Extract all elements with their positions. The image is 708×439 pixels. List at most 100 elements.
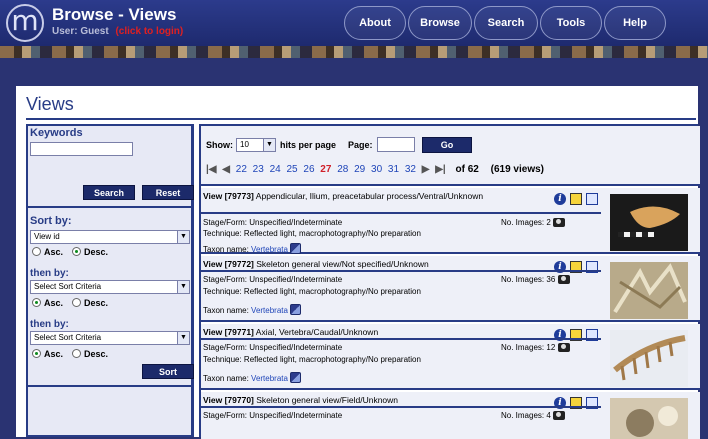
header: m Browse - Views User: Guest (click to l… [0, 0, 708, 46]
current-page: 27 [320, 164, 332, 175]
radio-button [72, 349, 81, 358]
page-link[interactable]: 24 [270, 164, 281, 175]
page-link[interactable]: 23 [253, 164, 264, 175]
logo[interactable]: m [6, 4, 44, 42]
radio-button [32, 247, 41, 256]
pagination: |◀ ◀ 22 23 24 25 26 27 28 29 30 31 32 ▶ … [206, 164, 547, 175]
page-link[interactable]: 25 [286, 164, 297, 175]
asc-label: Asc. [44, 349, 64, 359]
stage-form: Stage/Form: Unspecified/Indeterminate [203, 343, 343, 352]
view-record: View [79771] Axial, Vertebra/Caudal/Unkn… [201, 324, 700, 390]
taxon-link[interactable]: Vertebrata [251, 374, 288, 383]
technique: Technique: Reflected light, macrophotogr… [203, 287, 421, 296]
camera-icon [557, 343, 570, 352]
nav-about[interactable]: About [344, 6, 406, 40]
asc-label: Asc. [44, 247, 64, 257]
view-description: Skeleton general view/Field/Unknown [256, 395, 399, 405]
chevron-down-icon: ▼ [177, 332, 189, 344]
stage-form: Stage/Form: Unspecified/Indeterminate [203, 218, 343, 227]
last-page-icon[interactable]: ▶| [435, 164, 446, 175]
sort2-desc-radio[interactable]: Desc. [72, 298, 108, 308]
keywords-label: Keywords [30, 127, 83, 139]
image-count-label: No. Images: [501, 218, 545, 227]
record-header: View [79770] Skeleton general view/Field… [203, 395, 553, 405]
image-count-value: 12 [546, 343, 556, 352]
annotate-icon[interactable] [570, 193, 582, 205]
record-divider [201, 338, 601, 340]
page-link[interactable]: 32 [405, 164, 416, 175]
image-count-value: 2 [546, 218, 551, 227]
sort2-asc-radio[interactable]: Asc. [32, 298, 63, 308]
record-divider [201, 270, 601, 272]
show-label: Show: [206, 140, 233, 150]
user-text: User: Guest [52, 26, 109, 37]
sort3-desc-radio[interactable]: Desc. [72, 349, 108, 359]
next-page-icon[interactable]: ▶ [422, 164, 430, 175]
sort3-asc-radio[interactable]: Asc. [32, 349, 63, 359]
nav-browse[interactable]: Browse [408, 6, 472, 40]
view-thumbnail[interactable] [610, 262, 688, 319]
sort1-asc-radio[interactable]: Asc. [32, 247, 63, 257]
desc-label: Desc. [84, 298, 109, 308]
taxon-link[interactable]: Vertebrata [251, 306, 288, 315]
taxon-row: Taxon name: Vertebrata [203, 304, 302, 315]
view-id-link[interactable]: View [79770] [203, 395, 254, 405]
sort-criteria-select-2[interactable]: Select Sort Criteria ▼ [30, 280, 190, 294]
sort1-desc-radio[interactable]: Desc. [72, 247, 108, 257]
sort-criteria-select-1[interactable]: View id ▼ [30, 230, 190, 244]
taxonomy-tree-icon[interactable] [290, 372, 302, 383]
then-by-label-1: then by: [30, 268, 69, 279]
page-title: Views [26, 94, 74, 114]
page-link[interactable]: 31 [388, 164, 399, 175]
camera-icon [553, 218, 566, 227]
page-link[interactable]: 29 [354, 164, 365, 175]
view-thumbnail[interactable] [610, 330, 688, 387]
then-by-label-2: then by: [30, 319, 69, 330]
taxon-link[interactable]: Vertebrata [251, 245, 288, 254]
record-header: View [79771] Axial, Vertebra/Caudal/Unkn… [203, 327, 553, 337]
reset-button[interactable]: Reset [142, 185, 194, 200]
record-header: View [79772] Skeleton general view/Not s… [203, 259, 553, 269]
view-thumbnail[interactable] [610, 194, 688, 251]
page-link[interactable]: 28 [337, 164, 348, 175]
keywords-input[interactable] [30, 142, 133, 156]
edit-icon[interactable] [586, 193, 598, 205]
page-link[interactable]: 30 [371, 164, 382, 175]
image-count-label: No. Images: [501, 411, 545, 420]
view-id-link[interactable]: View [79771] [203, 327, 254, 337]
go-button[interactable]: Go [422, 137, 472, 153]
page-link[interactable]: 22 [236, 164, 247, 175]
image-count: No. Images: 12 [501, 343, 570, 352]
image-count-value: 4 [546, 411, 551, 420]
page-link[interactable]: 26 [303, 164, 314, 175]
login-link[interactable]: (click to login) [115, 26, 183, 37]
image-count: No. Images: 2 [501, 218, 566, 227]
sort-button[interactable]: Sort [142, 364, 194, 379]
nav-tools[interactable]: Tools [540, 6, 602, 40]
view-description: Axial, Vertebra/Caudal/Unknown [255, 327, 379, 337]
record-divider [201, 406, 601, 408]
nav-search[interactable]: Search [474, 6, 538, 40]
record-header: View [79773] Appendicular, Ilium, preace… [203, 191, 553, 201]
search-button[interactable]: Search [83, 185, 135, 200]
view-id-link[interactable]: View [79772] [203, 259, 254, 269]
record-actions: i [554, 261, 604, 274]
view-record: View [79772] Skeleton general view/Not s… [201, 256, 700, 322]
page-input[interactable] [377, 137, 415, 152]
chevron-down-icon: ▼ [177, 281, 189, 293]
taxonomy-tree-icon[interactable] [290, 243, 302, 254]
sort-criteria-select-3[interactable]: Select Sort Criteria ▼ [30, 331, 190, 345]
view-thumbnail[interactable] [610, 398, 688, 439]
hits-per-page-label: hits per page [280, 140, 337, 150]
sort-criteria-value-3: Select Sort Criteria [34, 333, 102, 342]
radio-button [32, 298, 41, 307]
info-icon[interactable]: i [554, 193, 566, 205]
prev-page-icon[interactable]: ◀ [222, 164, 230, 175]
taxonomy-tree-icon[interactable] [290, 304, 302, 315]
view-count: (619 views) [490, 164, 544, 175]
nav-help[interactable]: Help [604, 6, 666, 40]
hits-per-page-select[interactable]: 10 ▼ [236, 138, 276, 152]
camera-icon [557, 275, 570, 284]
view-id-link[interactable]: View [79773] [203, 191, 254, 201]
first-page-icon[interactable]: |◀ [206, 164, 217, 175]
